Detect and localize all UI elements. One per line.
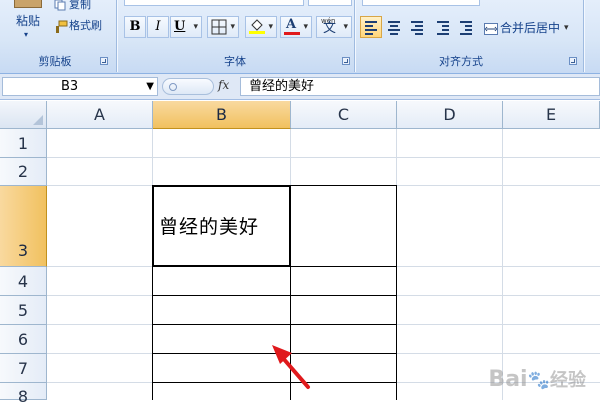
italic-button[interactable]: I <box>147 16 169 38</box>
align-right-button[interactable] <box>406 16 428 38</box>
insert-function-button[interactable]: fx <box>218 78 229 92</box>
copy-label: 复制 <box>69 0 91 11</box>
chevron-down-icon[interactable]: ▼ <box>146 78 154 95</box>
ribbon: 粘贴 ▾ 复制 格式刷 剪贴板 B I U A wén 文 字体 <box>0 0 600 74</box>
font-color-button[interactable]: A <box>280 16 312 38</box>
fill-bucket-icon <box>249 19 265 34</box>
phonetic-button[interactable]: wén 文 <box>316 16 352 38</box>
paste-label: 粘贴 <box>15 14 40 28</box>
name-box-value: B3 <box>61 79 79 94</box>
decrease-indent-button[interactable] <box>432 16 454 38</box>
border-button[interactable] <box>207 16 239 38</box>
font-color-bar <box>284 32 300 35</box>
group-separator <box>354 0 355 72</box>
align-center-button[interactable] <box>383 16 405 38</box>
row-header-8[interactable]: 8 <box>0 383 47 406</box>
row-header-7[interactable]: 7 <box>0 354 47 383</box>
select-all-button[interactable] <box>0 101 47 129</box>
formula-bar: B3 ▼ fx 曾经的美好 <box>0 74 600 100</box>
orientation-row <box>362 0 480 6</box>
chevron-down-icon: ▾ <box>564 23 569 33</box>
border-icon <box>211 19 227 35</box>
gridline <box>502 129 503 400</box>
watermark-sub: 经验 <box>550 370 586 391</box>
increase-indent-button[interactable] <box>455 16 477 38</box>
red-arrow-annotation <box>272 345 310 389</box>
name-box[interactable]: B3 ▼ <box>2 77 158 96</box>
watermark-main: Bai <box>488 367 528 392</box>
column-header-c[interactable]: C <box>291 101 397 129</box>
group-separator <box>583 0 584 72</box>
font-name-input[interactable] <box>124 0 304 6</box>
clipboard-group-label: 剪贴板 <box>38 55 72 68</box>
format-painter-button[interactable]: 格式刷 <box>54 17 102 35</box>
column-header-d[interactable]: D <box>397 101 503 129</box>
chevron-down-icon: ▾ <box>24 30 29 39</box>
format-painter-icon <box>54 20 68 33</box>
fill-color-button[interactable] <box>245 16 277 38</box>
column-header-a[interactable]: A <box>47 101 153 129</box>
row-header-6[interactable]: 6 <box>0 325 47 354</box>
font-group-label: 字体 <box>224 55 246 68</box>
table-border <box>152 324 397 325</box>
column-header-e[interactable]: E <box>503 101 600 129</box>
formula-controls: fx <box>162 77 238 96</box>
row-header-3[interactable]: 3 <box>0 186 47 267</box>
merge-icon <box>484 22 498 35</box>
table-border <box>396 185 397 400</box>
selected-cell-b3[interactable]: 曾经的美好 <box>152 185 291 267</box>
alignment-group-label: 对齐方式 <box>439 55 483 68</box>
underline-button[interactable]: U <box>170 16 202 38</box>
bold-button[interactable]: B <box>124 16 146 38</box>
alignment-dialog-launcher[interactable] <box>569 57 577 65</box>
table-border <box>152 295 397 296</box>
row-header-5[interactable]: 5 <box>0 296 47 325</box>
column-header-b[interactable]: B <box>153 101 291 129</box>
copy-button[interactable]: 复制 <box>54 0 91 14</box>
row-header-4[interactable]: 4 <box>0 267 47 296</box>
group-separator <box>116 0 117 72</box>
gridline <box>47 157 600 158</box>
clipboard-icon <box>14 0 42 8</box>
formula-expand-handle[interactable] <box>162 78 214 95</box>
font-size-input[interactable] <box>308 0 352 6</box>
phonetic-char: 文 <box>323 21 337 36</box>
align-left-button[interactable] <box>360 16 382 38</box>
row-header-2[interactable]: 2 <box>0 158 47 186</box>
paste-button[interactable]: 粘贴 ▾ <box>8 0 48 48</box>
watermark: Bai🐾经验 <box>488 367 586 392</box>
font-dialog-launcher[interactable] <box>342 57 350 65</box>
row-header-1[interactable]: 1 <box>0 129 47 158</box>
formula-input[interactable]: 曾经的美好 <box>240 77 600 96</box>
format-painter-label: 格式刷 <box>69 19 102 32</box>
merge-center-label: 合并后居中 <box>500 21 561 35</box>
copy-icon <box>54 0 66 11</box>
clipboard-dialog-launcher[interactable] <box>100 57 108 65</box>
merge-center-button[interactable]: 合并后居中 ▾ <box>484 18 569 38</box>
cell-b3-text: 曾经的美好 <box>159 216 260 238</box>
worksheet-grid: A B C D E 1 2 3 4 5 6 7 8 曾经的美好 Bai🐾经验 <box>0 101 600 406</box>
